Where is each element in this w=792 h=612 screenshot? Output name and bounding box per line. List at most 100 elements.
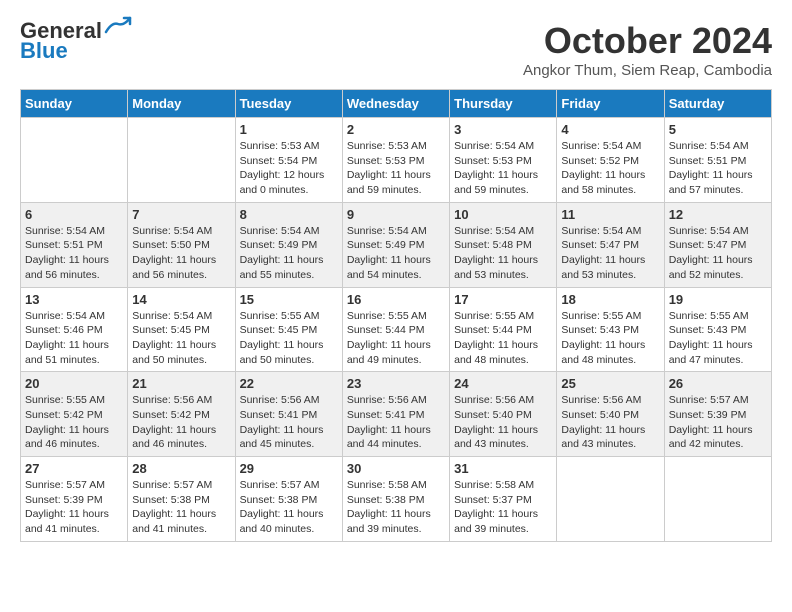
calendar-table: SundayMondayTuesdayWednesdayThursdayFrid…	[20, 89, 772, 542]
day-number: 25	[561, 376, 659, 391]
calendar-cell: 27 Sunrise: 5:57 AMSunset: 5:39 PMDayligh…	[21, 457, 128, 542]
day-number: 27	[25, 461, 123, 476]
calendar-cell: 1 Sunrise: 5:53 AMSunset: 5:54 PMDaylight…	[235, 118, 342, 203]
calendar-cell: 31Sunrise: 5:58 AMSunset: 5:37 PMDayligh…	[450, 457, 557, 542]
day-info: Sunrise: 5:57 AMSunset: 5:38 PMDaylight:…	[132, 478, 230, 537]
day-number: 20	[25, 376, 123, 391]
calendar-cell: 22 Sunrise: 5:56 AMSunset: 5:41 PMDayligh…	[235, 372, 342, 457]
weekday-header-thursday: Thursday	[450, 90, 557, 118]
location-subtitle: Angkor Thum, Siem Reap, Cambodia	[523, 62, 772, 79]
day-info: Sunrise: 5:56 AMSunset: 5:41 PMDaylight:…	[240, 393, 338, 452]
logo-blue: Blue	[20, 38, 68, 64]
day-number: 11	[561, 207, 659, 222]
day-info: Sunrise: 5:55 AMSunset: 5:43 PMDaylight:…	[669, 309, 767, 368]
calendar-cell: 15Sunrise: 5:55 AMSunset: 5:45 PMDayligh…	[235, 287, 342, 372]
day-number: 29	[240, 461, 338, 476]
day-info: Sunrise: 5:54 AMSunset: 5:48 PMDaylight:…	[454, 224, 552, 283]
calendar-cell: 9 Sunrise: 5:54 AMSunset: 5:49 PMDaylight…	[342, 202, 449, 287]
day-number: 19	[669, 292, 767, 307]
day-number: 10	[454, 207, 552, 222]
day-info: Sunrise: 5:54 AMSunset: 5:52 PMDaylight:…	[561, 139, 659, 198]
day-number: 22	[240, 376, 338, 391]
day-number: 21	[132, 376, 230, 391]
calendar-cell: 6 Sunrise: 5:54 AMSunset: 5:51 PMDaylight…	[21, 202, 128, 287]
day-info: Sunrise: 5:54 AMSunset: 5:49 PMDaylight:…	[240, 224, 338, 283]
day-number: 15	[240, 292, 338, 307]
calendar-week-row-1: 1 Sunrise: 5:53 AMSunset: 5:54 PMDaylight…	[21, 118, 772, 203]
calendar-week-row-4: 20 Sunrise: 5:55 AMSunset: 5:42 PMDayligh…	[21, 372, 772, 457]
day-number: 16	[347, 292, 445, 307]
calendar-cell: 12 Sunrise: 5:54 AMSunset: 5:47 PMDayligh…	[664, 202, 771, 287]
day-number: 6	[25, 207, 123, 222]
logo: General Blue	[20, 20, 132, 64]
calendar-cell: 24 Sunrise: 5:56 AMSunset: 5:40 PMDayligh…	[450, 372, 557, 457]
day-number: 30	[347, 461, 445, 476]
day-info: Sunrise: 5:54 AMSunset: 5:51 PMDaylight:…	[25, 224, 123, 283]
calendar-cell: 11 Sunrise: 5:54 AMSunset: 5:47 PMDayligh…	[557, 202, 664, 287]
day-info: Sunrise: 5:57 AMSunset: 5:39 PMDaylight:…	[669, 393, 767, 452]
day-info: Sunrise: 5:54 AMSunset: 5:53 PMDaylight:…	[454, 139, 552, 198]
calendar-cell: 29Sunrise: 5:57 AMSunset: 5:38 PMDayligh…	[235, 457, 342, 542]
day-info: Sunrise: 5:55 AMSunset: 5:43 PMDaylight:…	[561, 309, 659, 368]
day-info: Sunrise: 5:57 AMSunset: 5:39 PMDaylight:…	[25, 478, 123, 537]
weekday-header-sunday: Sunday	[21, 90, 128, 118]
calendar-cell	[664, 457, 771, 542]
day-info: Sunrise: 5:56 AMSunset: 5:41 PMDaylight:…	[347, 393, 445, 452]
calendar-cell: 14 Sunrise: 5:54 AMSunset: 5:45 PMDayligh…	[128, 287, 235, 372]
day-info: Sunrise: 5:55 AMSunset: 5:42 PMDaylight:…	[25, 393, 123, 452]
day-number: 24	[454, 376, 552, 391]
title-area: October 2024 Angkor Thum, Siem Reap, Cam…	[523, 20, 772, 79]
calendar-cell: 4Sunrise: 5:54 AMSunset: 5:52 PMDaylight…	[557, 118, 664, 203]
day-info: Sunrise: 5:56 AMSunset: 5:40 PMDaylight:…	[561, 393, 659, 452]
calendar-cell: 3 Sunrise: 5:54 AMSunset: 5:53 PMDaylight…	[450, 118, 557, 203]
day-number: 28	[132, 461, 230, 476]
day-number: 1	[240, 122, 338, 137]
calendar-cell: 8Sunrise: 5:54 AMSunset: 5:49 PMDaylight…	[235, 202, 342, 287]
day-number: 9	[347, 207, 445, 222]
weekday-header-monday: Monday	[128, 90, 235, 118]
day-number: 17	[454, 292, 552, 307]
weekday-header-wednesday: Wednesday	[342, 90, 449, 118]
day-info: Sunrise: 5:56 AMSunset: 5:40 PMDaylight:…	[454, 393, 552, 452]
calendar-cell	[128, 118, 235, 203]
calendar-cell: 18 Sunrise: 5:55 AMSunset: 5:43 PMDayligh…	[557, 287, 664, 372]
page-header: General Blue October 2024 Angkor Thum, S…	[20, 20, 772, 79]
day-info: Sunrise: 5:54 AMSunset: 5:49 PMDaylight:…	[347, 224, 445, 283]
calendar-cell: 17 Sunrise: 5:55 AMSunset: 5:44 PMDayligh…	[450, 287, 557, 372]
day-number: 3	[454, 122, 552, 137]
day-number: 2	[347, 122, 445, 137]
calendar-cell: 26 Sunrise: 5:57 AMSunset: 5:39 PMDayligh…	[664, 372, 771, 457]
calendar-week-row-2: 6 Sunrise: 5:54 AMSunset: 5:51 PMDaylight…	[21, 202, 772, 287]
day-info: Sunrise: 5:54 AMSunset: 5:50 PMDaylight:…	[132, 224, 230, 283]
day-info: Sunrise: 5:53 AMSunset: 5:54 PMDaylight:…	[240, 139, 338, 198]
weekday-header-saturday: Saturday	[664, 90, 771, 118]
day-number: 26	[669, 376, 767, 391]
day-info: Sunrise: 5:53 AMSunset: 5:53 PMDaylight:…	[347, 139, 445, 198]
calendar-cell: 30 Sunrise: 5:58 AMSunset: 5:38 PMDayligh…	[342, 457, 449, 542]
day-number: 23	[347, 376, 445, 391]
day-info: Sunrise: 5:54 AMSunset: 5:46 PMDaylight:…	[25, 309, 123, 368]
day-number: 14	[132, 292, 230, 307]
calendar-week-row-5: 27 Sunrise: 5:57 AMSunset: 5:39 PMDayligh…	[21, 457, 772, 542]
calendar-cell	[557, 457, 664, 542]
day-info: Sunrise: 5:58 AMSunset: 5:38 PMDaylight:…	[347, 478, 445, 537]
day-info: Sunrise: 5:54 AMSunset: 5:45 PMDaylight:…	[132, 309, 230, 368]
day-info: Sunrise: 5:55 AMSunset: 5:44 PMDaylight:…	[347, 309, 445, 368]
weekday-header-row: SundayMondayTuesdayWednesdayThursdayFrid…	[21, 90, 772, 118]
day-info: Sunrise: 5:55 AMSunset: 5:44 PMDaylight:…	[454, 309, 552, 368]
day-number: 7	[132, 207, 230, 222]
logo-bird-icon	[104, 14, 132, 36]
calendar-cell: 25 Sunrise: 5:56 AMSunset: 5:40 PMDayligh…	[557, 372, 664, 457]
day-info: Sunrise: 5:54 AMSunset: 5:47 PMDaylight:…	[669, 224, 767, 283]
day-number: 12	[669, 207, 767, 222]
day-number: 31	[454, 461, 552, 476]
calendar-cell: 23 Sunrise: 5:56 AMSunset: 5:41 PMDayligh…	[342, 372, 449, 457]
day-number: 5	[669, 122, 767, 137]
calendar-cell	[21, 118, 128, 203]
day-number: 13	[25, 292, 123, 307]
month-title: October 2024	[523, 20, 772, 62]
day-info: Sunrise: 5:54 AMSunset: 5:47 PMDaylight:…	[561, 224, 659, 283]
day-number: 18	[561, 292, 659, 307]
weekday-header-friday: Friday	[557, 90, 664, 118]
calendar-cell: 13 Sunrise: 5:54 AMSunset: 5:46 PMDayligh…	[21, 287, 128, 372]
